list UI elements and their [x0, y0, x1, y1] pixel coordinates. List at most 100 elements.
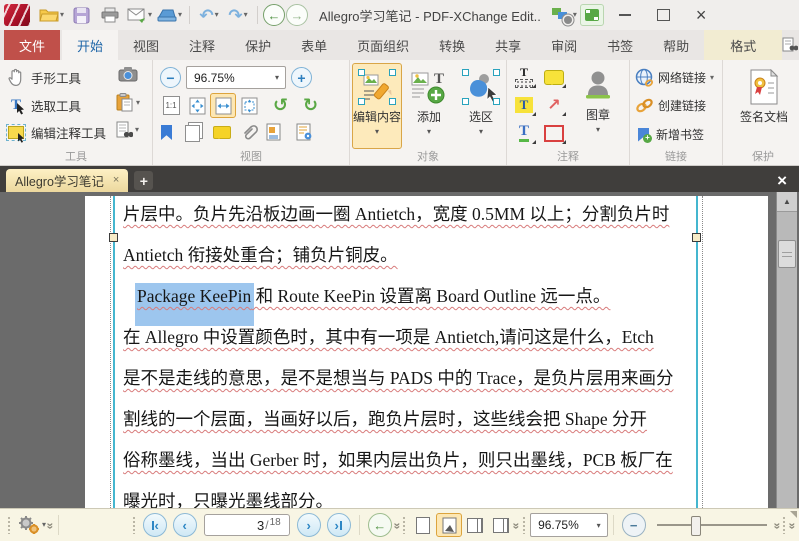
tab-bookmarks[interactable]: 书签 [592, 30, 648, 60]
underline-tool-button[interactable]: T [511, 121, 537, 145]
next-page-button[interactable]: › [296, 513, 321, 537]
rotate-right-button[interactable]: ↻ [303, 96, 318, 114]
fit-width-button[interactable] [210, 93, 236, 118]
last-page-icon [339, 520, 342, 530]
session-settings-button[interactable]: ▾ [550, 3, 579, 27]
status-zoom-combobox[interactable]: 96.75% ▾ [530, 513, 608, 537]
svg-text:T: T [434, 71, 444, 87]
fit-visible-button[interactable] [236, 93, 262, 118]
tab-format[interactable]: 格式 [704, 30, 783, 60]
find-in-document-icon[interactable] [782, 37, 799, 53]
tab-convert[interactable]: 转换 [424, 30, 480, 60]
create-link-button[interactable]: 创建链接 [635, 97, 706, 114]
tab-form[interactable]: 表单 [286, 30, 342, 60]
pdf-page[interactable]: 片层中。负片先沿板边画一圈 Antietch，宽度 0.5MM 以上；分割负片时… [85, 196, 768, 508]
open-file-button[interactable]: ▾ [37, 3, 66, 27]
scrollbar-thumb[interactable] [778, 240, 796, 268]
separator [257, 6, 259, 24]
add-object-button[interactable]: T 添加 ▾ [404, 63, 454, 149]
typewriter-tool-button[interactable]: T [511, 65, 537, 89]
tab-home[interactable]: 开始 [62, 30, 119, 60]
attachments-pane-button[interactable] [241, 123, 259, 141]
save-button[interactable] [67, 3, 95, 27]
overflow-chevron[interactable]: » [786, 523, 799, 528]
new-tab-button[interactable]: + [134, 171, 154, 190]
snapshot-button[interactable] [118, 66, 138, 82]
last-page-button[interactable]: › [326, 513, 351, 537]
rotate-left-button[interactable]: ↺ [273, 96, 288, 114]
content-box-handle-left[interactable] [109, 233, 118, 242]
status-zoom-out-button[interactable]: − [621, 513, 646, 537]
edit-content-button[interactable]: 编辑内容 ▾ [352, 63, 402, 149]
search-button[interactable]: ▾ [116, 121, 139, 139]
fullscreen-toggle-button[interactable] [579, 4, 604, 26]
zoom-out-button[interactable]: − [160, 67, 181, 88]
minimize-button[interactable] [618, 14, 631, 16]
sign-document-button[interactable]: 签名文档 [737, 63, 791, 149]
vertical-scrollbar[interactable]: ▲ [776, 192, 797, 508]
view-history-chevron[interactable]: » [390, 523, 404, 528]
zoom-in-button[interactable]: + [291, 67, 312, 88]
close-document-button[interactable]: × [771, 172, 793, 189]
content-box-handle-right[interactable] [692, 233, 701, 242]
previous-view-button[interactable]: ← [367, 513, 392, 537]
tab-comment[interactable]: 注释 [174, 30, 230, 60]
bookmarks-pane-button[interactable] [161, 125, 172, 140]
maximize-button[interactable] [656, 9, 670, 21]
tab-organize[interactable]: 页面组织 [342, 30, 424, 60]
stamp-button[interactable]: 图章 ▾ [571, 63, 625, 149]
select-tool-button[interactable]: T 选取工具 [6, 95, 81, 115]
add-bookmark-button[interactable]: + 新增书签 [635, 126, 704, 143]
zoom-slider-thumb[interactable] [690, 516, 701, 536]
actual-size-button[interactable]: 1:1 [158, 93, 184, 118]
fields-pane-button[interactable] [266, 123, 282, 141]
tab-help[interactable]: 帮助 [648, 30, 704, 60]
edit-comment-tool-button[interactable]: 编辑注释工具 [6, 123, 106, 143]
dropdown-icon: ▾ [426, 127, 431, 136]
document-search-icon [116, 121, 133, 139]
document-tab-active[interactable]: Allegro学习笔记 × [6, 169, 129, 192]
print-button[interactable] [96, 3, 124, 27]
text-line: 片层中。负片先沿板边画一圈 Antietch，宽度 0.5MM 以上；分割负片时 [123, 204, 670, 224]
redo-button[interactable]: ↷ ▾ [224, 3, 252, 27]
paste-button[interactable]: ▾ [116, 93, 140, 112]
document-view[interactable]: 片层中。负片先沿板边画一圈 Antietch，宽度 0.5MM 以上；分割负片时… [0, 192, 799, 508]
tab-view[interactable]: 视图 [118, 30, 174, 60]
properties-pane-button[interactable] [296, 123, 313, 141]
highlight-tool-button[interactable]: T [511, 93, 537, 117]
fit-width-layout-button[interactable] [436, 513, 463, 537]
back-button[interactable]: ← [263, 4, 286, 26]
tab-share[interactable]: 共享 [480, 30, 536, 60]
hand-tool-button[interactable]: 手形工具 [6, 67, 81, 87]
layout-options-chevron[interactable]: » [510, 523, 524, 528]
dropdown-icon: ▾ [148, 10, 153, 19]
web-links-button[interactable]: 网络链接 ▾ [635, 68, 714, 87]
close-tab-icon[interactable]: × [113, 175, 119, 186]
first-page-button[interactable]: ‹ [142, 513, 167, 537]
tab-review[interactable]: 审阅 [536, 30, 592, 60]
tab-protect[interactable]: 保护 [230, 30, 286, 60]
forward-button[interactable]: → [286, 4, 309, 26]
thumbnails-pane-button[interactable] [185, 125, 200, 142]
previous-page-button[interactable]: ‹ [172, 513, 197, 537]
margin-guide-left [110, 196, 111, 508]
undo-button[interactable]: ↶ ▾ [195, 3, 223, 27]
scan-button[interactable]: ▾ [155, 3, 184, 27]
rectangle-tool-button[interactable] [541, 121, 567, 145]
close-window-button[interactable]: × [696, 6, 707, 24]
zoom-slider[interactable] [656, 516, 767, 536]
selection-button[interactable]: 选区 ▾ [456, 63, 506, 149]
comments-pane-button[interactable] [213, 126, 231, 139]
tab-file[interactable]: 文件 [4, 30, 61, 60]
page-number-field[interactable]: 3 / 18 [203, 514, 290, 536]
scroll-up-button[interactable]: ▲ [777, 192, 797, 212]
arrow-tool-button[interactable]: ↗ [541, 93, 567, 117]
more-tools-chevron[interactable]: » [43, 523, 57, 528]
email-button[interactable]: ▾ [125, 3, 154, 27]
zoom-level-combobox[interactable]: 96.75% ▾ [186, 66, 286, 89]
two-page-layout-button[interactable] [462, 513, 488, 537]
zoom-options-chevron[interactable]: » [770, 523, 784, 528]
sticky-note-tool-button[interactable] [541, 65, 567, 89]
fit-page-button[interactable] [184, 93, 210, 118]
single-page-layout-button[interactable] [410, 513, 436, 537]
